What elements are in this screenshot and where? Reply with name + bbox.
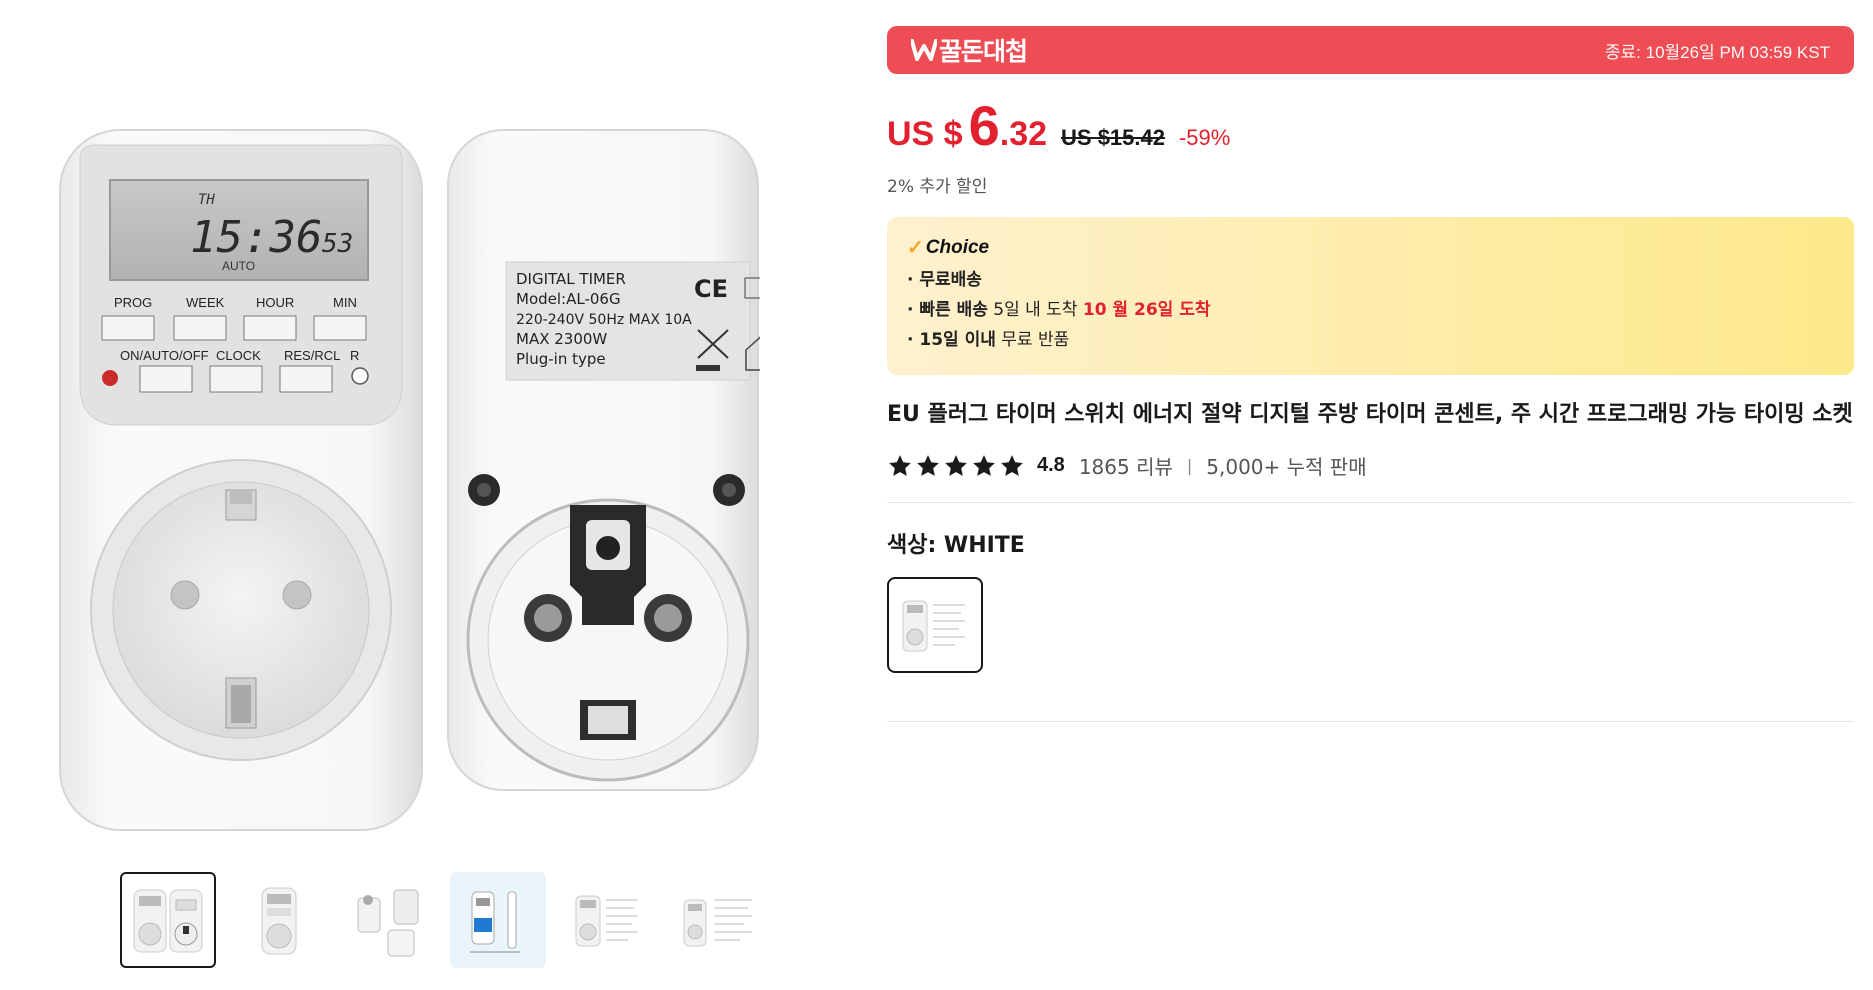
fast-delivery-text: 5일 내 도착 [987,300,1083,320]
review-count[interactable]: 1865 리뷰 [1079,451,1173,480]
thumbnail-2[interactable] [230,872,326,968]
timer-front-view: TH 15:36 53 AUTO PROG WEEK HOUR MIN ON/A… [59,129,423,831]
thumbnail-6[interactable] [670,872,766,968]
check-icon: ✓ [907,237,924,259]
color-label: 색상: WHITE [887,533,1025,558]
extra-discount: 2% 추가 할인 [887,177,988,197]
lcd-mode: AUTO [222,259,255,273]
label-r: R [350,348,359,363]
star-icon [973,454,995,476]
lcd-time: 15:36 [190,212,322,263]
label-res: RES/RCL [284,348,340,363]
free-shipping-line: · 무료배송 [907,270,1834,290]
thumbnail-strip [120,872,766,968]
sold-count: 5,000+ 누적 판매 [1206,455,1367,479]
section-divider [887,721,1854,722]
back-line-3: 220-240V 50Hz MAX 10A [516,312,692,328]
choice-badge: ✓ Choice [907,235,1834,260]
label-min: MIN [333,295,357,310]
product-title: EU 플러그 타이머 스위치 에너지 절약 디지털 주방 타이머 콘센트, 주 … [887,402,1853,427]
divider-bar: | [1186,456,1193,475]
price-integer: 6 [968,94,1000,157]
main-product-image[interactable]: TH 15:36 53 AUTO PROG WEEK HOUR MIN ON/A… [40,0,787,860]
thumbnail-3[interactable] [340,872,436,968]
discount-percent: -59% [1178,125,1231,150]
price-decimal: .32 [999,115,1048,153]
product-info-panel: 꿀돈대첩 종료: 10월26일 PM 03:59 KST US $ 6 .32 … [887,26,1854,722]
star-icon [945,454,967,476]
original-price: US $15.42 [1061,125,1165,150]
back-line-1: DIGITAL TIMER [516,270,626,288]
lcd-seconds: 53 [322,229,353,259]
free-return-line: · 15일 이내 무료 반품 [907,330,1834,350]
star-icon [889,454,911,476]
choice-benefits-box[interactable]: ✓ Choice · 무료배송 · 빠른 배송 5일 내 도착 10 월 26일… [887,217,1854,375]
sale-price: US $ 6 .32 [887,98,1047,154]
price-row: US $ 6 .32 US $15.42 -59% [887,98,1854,154]
promo-brand-text: 꿀돈대첩 [939,37,1028,66]
fast-delivery-label: · 빠른 배송 [907,300,988,320]
color-swatch-white[interactable] [887,577,983,673]
free-return-text: 무료 반품 [995,330,1070,350]
promo-banner[interactable]: 꿀돈대첩 종료: 10월26일 PM 03:59 KST [887,26,1854,74]
thumbnail-1[interactable] [120,872,216,968]
section-divider [887,502,1854,503]
w-logo-icon [911,39,937,61]
timer-back-view: DIGITAL TIMER Model:AL-06G 220-240V 50Hz… [447,129,787,791]
label-week: WEEK [186,295,225,310]
lcd-day: TH [198,192,215,208]
star-icon [1001,454,1023,476]
fast-delivery-line: · 빠른 배송 5일 내 도착 10 월 26일 도착 [907,300,1834,320]
thumbnail-4[interactable] [450,872,546,968]
promo-end-time: 종료: 10월26일 PM 03:59 KST [1604,42,1830,62]
star-icon [917,454,939,476]
rating-value: 4.8 [1037,454,1065,476]
free-shipping-text: · 무료배송 [907,270,982,290]
rating-stars [887,453,1025,479]
back-line-2: Model:AL-06G [516,290,621,308]
label-prog: PROG [114,295,152,310]
promo-brand: 꿀돈대첩 [911,32,1028,68]
back-line-5: Plug-in type [516,350,606,368]
label-onoff: ON/AUTO/OFF [120,348,209,363]
label-clock: CLOCK [216,348,261,363]
back-line-4: MAX 2300W [516,330,607,348]
label-hour: HOUR [256,295,294,310]
ce-mark: CE [694,275,728,303]
return-period: · 15일 이내 [907,330,996,350]
choice-label: Choice [925,236,990,258]
delivery-date: 10 월 26일 도착 [1082,300,1211,320]
thumbnail-5[interactable] [560,872,656,968]
rating-row[interactable]: 4.8 1865 리뷰 | 5,000+ 누적 판매 [887,451,1854,480]
price-currency: US $ [887,115,963,153]
